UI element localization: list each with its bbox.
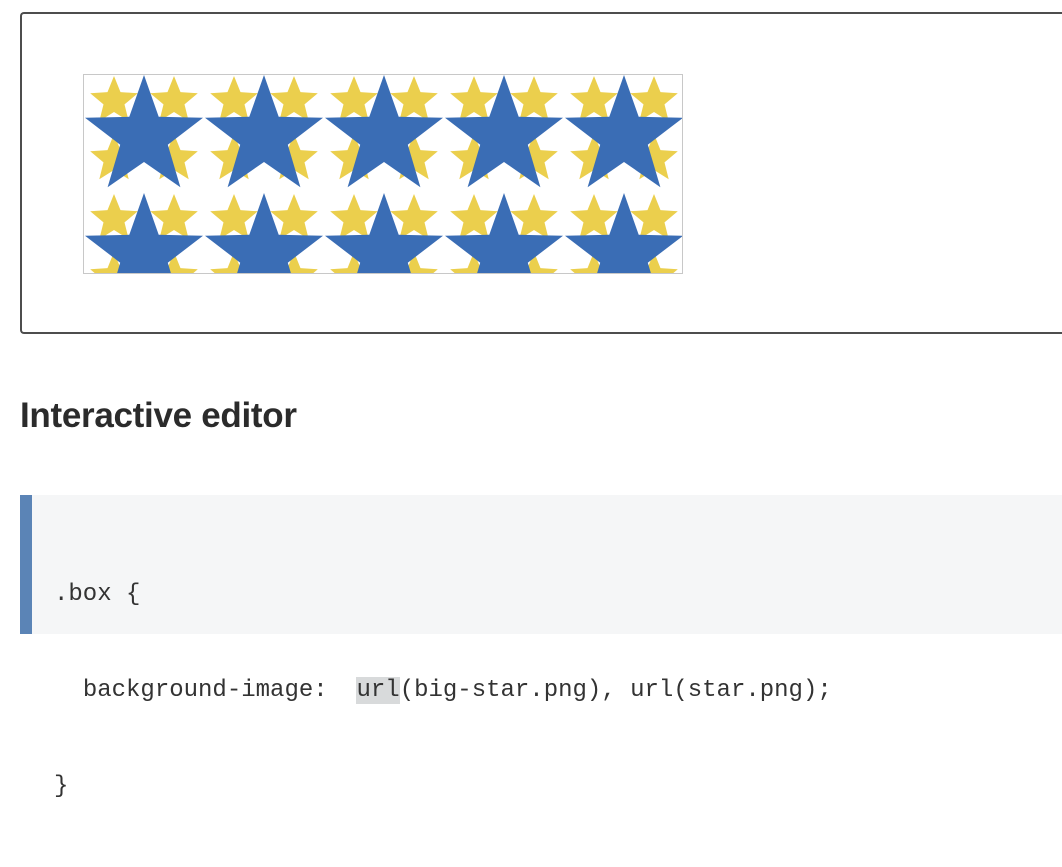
css-value[interactable]: (big-star.png), url(star.png); (400, 677, 832, 704)
demo-box (83, 74, 683, 274)
code-line-3[interactable]: } (54, 771, 832, 803)
code-content[interactable]: .box { background-image: url(big-star.pn… (54, 515, 832, 867)
css-property[interactable]: background-image: (83, 677, 328, 704)
code-line-2[interactable]: background-image: url(big-star.png), url… (54, 675, 832, 707)
code-gap (328, 677, 357, 704)
output-panel (20, 12, 1062, 334)
section-heading: Interactive editor (20, 396, 297, 435)
code-editor[interactable]: .box { background-image: url(big-star.pn… (20, 495, 1062, 800)
code-line-1[interactable]: .box { (54, 579, 832, 611)
star-background (85, 75, 682, 273)
url-function-highlight[interactable]: url (356, 677, 400, 704)
